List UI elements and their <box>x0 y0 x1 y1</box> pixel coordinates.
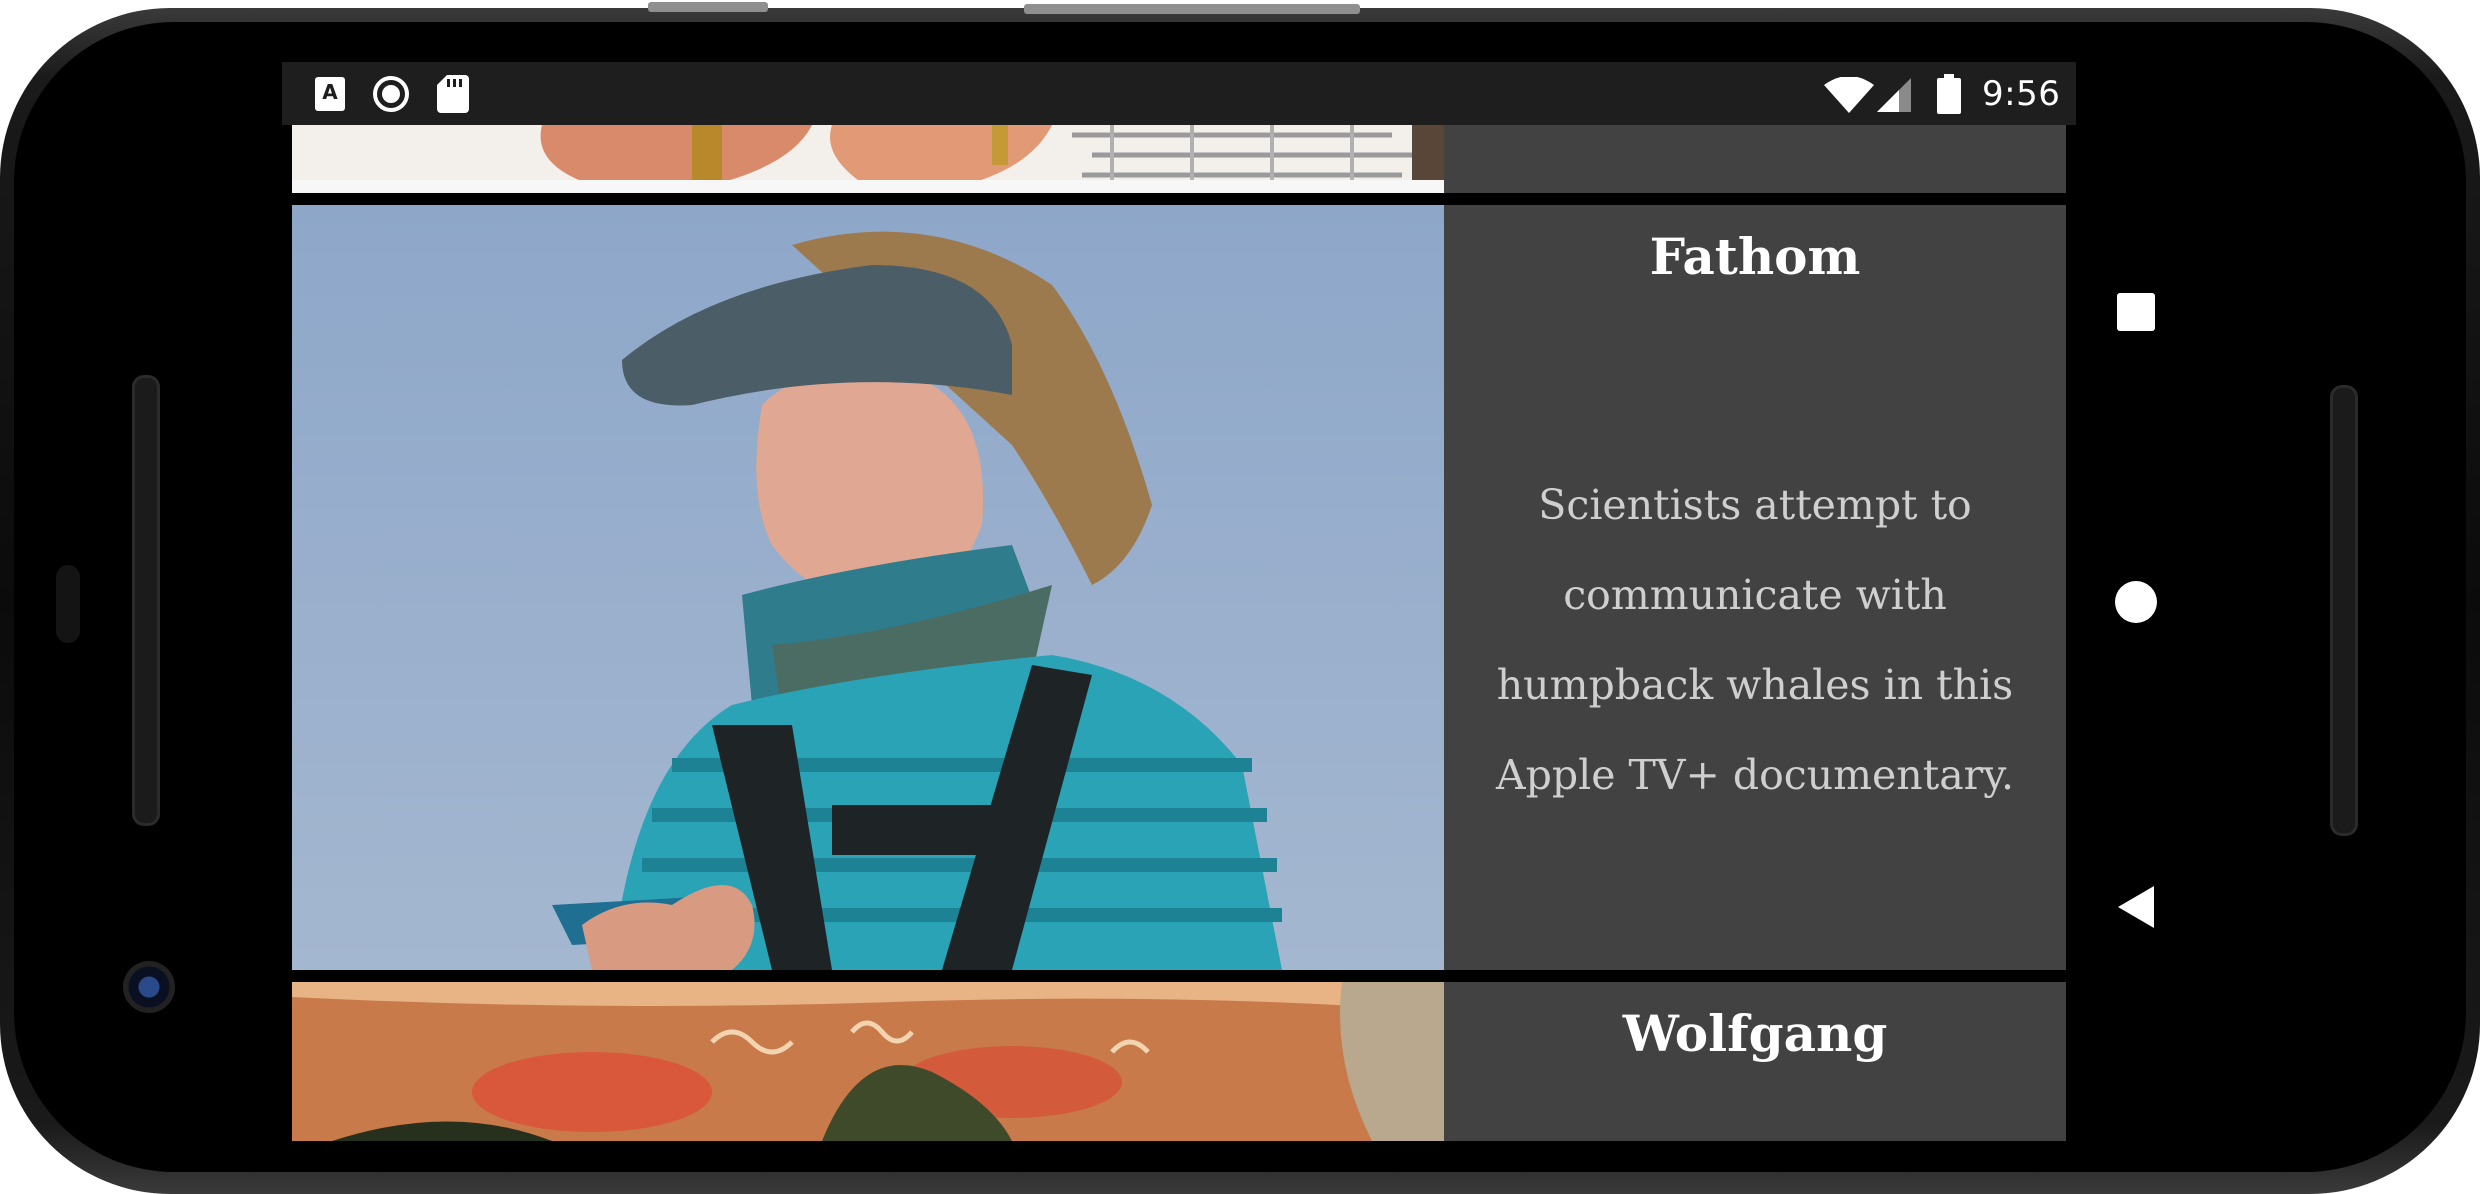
shows-list[interactable]: Fathom Scientists attempt to communicate… <box>282 125 2076 1141</box>
navigation-bar <box>2076 62 2196 1141</box>
status-time: 9:56 <box>1982 74 2061 114</box>
list-item-fathom[interactable]: Fathom Scientists attempt to communicate… <box>292 205 2066 970</box>
back-button[interactable] <box>2076 867 2196 947</box>
card-text-panel <box>1444 125 2066 193</box>
screen: A 9:56 Fathom Scientists attempt to comm… <box>282 62 2076 1141</box>
list-item-wolfgang[interactable]: Wolfgang <box>292 982 2066 1141</box>
home-button[interactable] <box>2076 562 2196 642</box>
card-image <box>292 125 1444 193</box>
volume-button <box>648 2 768 12</box>
card-text-panel: Fathom Scientists attempt to communicate… <box>1444 205 2066 970</box>
front-camera <box>123 961 175 1013</box>
back-triangle-icon <box>2118 886 2154 928</box>
scientist-in-visor-photo <box>292 205 1444 970</box>
cell-signal-icon <box>1877 78 1911 112</box>
list-item-previous[interactable] <box>292 125 2066 193</box>
cropped-image-hands-on-boat <box>292 125 1444 193</box>
wifi-icon <box>1824 77 1874 113</box>
status-bar: A 9:56 <box>282 62 2076 125</box>
card-image <box>292 205 1444 970</box>
right-speaker-grille <box>2330 385 2358 836</box>
recents-button[interactable] <box>2076 272 2196 352</box>
card-description: Scientists attempt to communicate with h… <box>1496 481 2014 799</box>
square-icon <box>2117 293 2155 331</box>
pizza-closeup-photo <box>292 982 1444 1141</box>
card-image <box>292 982 1444 1141</box>
battery-icon <box>1937 74 1961 114</box>
record-icon <box>373 76 409 112</box>
a-badge-icon: A <box>315 77 345 111</box>
left-speaker-grille <box>132 375 160 826</box>
card-title: Wolfgang <box>1622 1004 1888 1063</box>
proximity-sensor <box>56 565 80 643</box>
sd-card-icon <box>437 75 469 113</box>
card-title: Fathom <box>1649 227 1861 286</box>
card-text-panel: Wolfgang <box>1444 982 2066 1141</box>
circle-icon <box>2115 581 2157 623</box>
power-button <box>1024 4 1360 14</box>
